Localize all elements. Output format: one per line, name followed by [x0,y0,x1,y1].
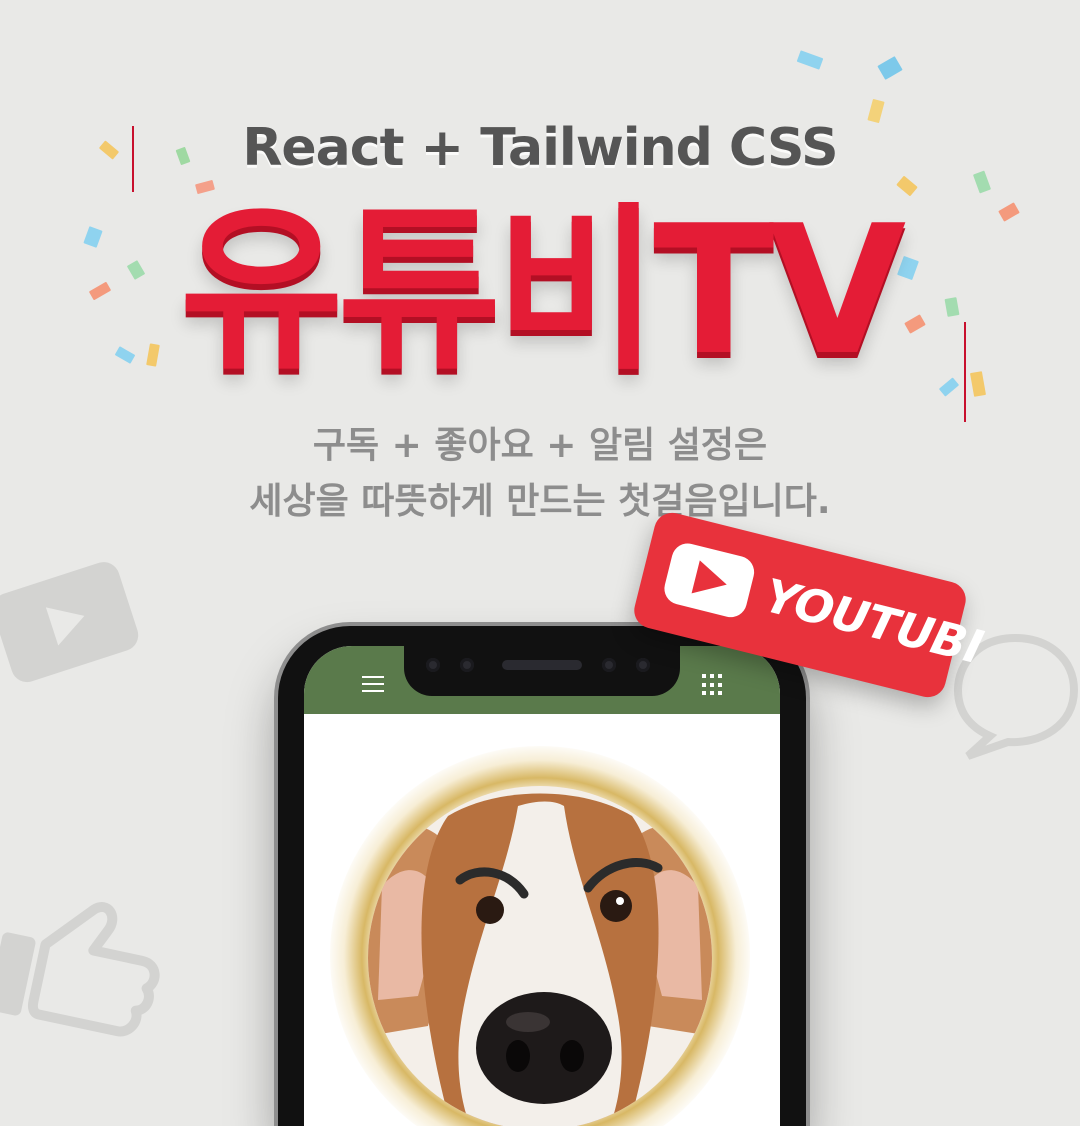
grid-apps-icon[interactable] [702,674,724,696]
sensor-icon [460,658,474,672]
confetti [877,56,903,80]
phone-mockup [278,626,806,1126]
thumbs-up-icon [0,871,184,1059]
subtitle: React + Tailwind CSS [242,118,838,178]
dog-photo [368,786,712,1126]
description: 구독 + 좋아요 + 알림 설정은 세상을 따뜻하게 만드는 첫걸음입니다. [0,418,1080,530]
description-line-1: 구독 + 좋아요 + 알림 설정은 [312,425,768,466]
confetti [796,50,824,70]
video-play-icon [0,553,149,695]
phone-notch [404,646,680,696]
page-title: 유튜비TV [179,187,906,394]
youtube-play-icon [661,540,758,621]
hamburger-menu-icon[interactable] [362,676,384,692]
sensor-icon [602,658,616,672]
speaker-grille [502,660,582,670]
description-line-2: 세상을 따뜻하게 만드는 첫걸음입니다. [249,481,831,522]
badge-label: YOUTUBI [759,568,988,675]
phone-screen [304,646,780,1126]
camera-icon [426,658,440,672]
camera-icon [636,658,650,672]
